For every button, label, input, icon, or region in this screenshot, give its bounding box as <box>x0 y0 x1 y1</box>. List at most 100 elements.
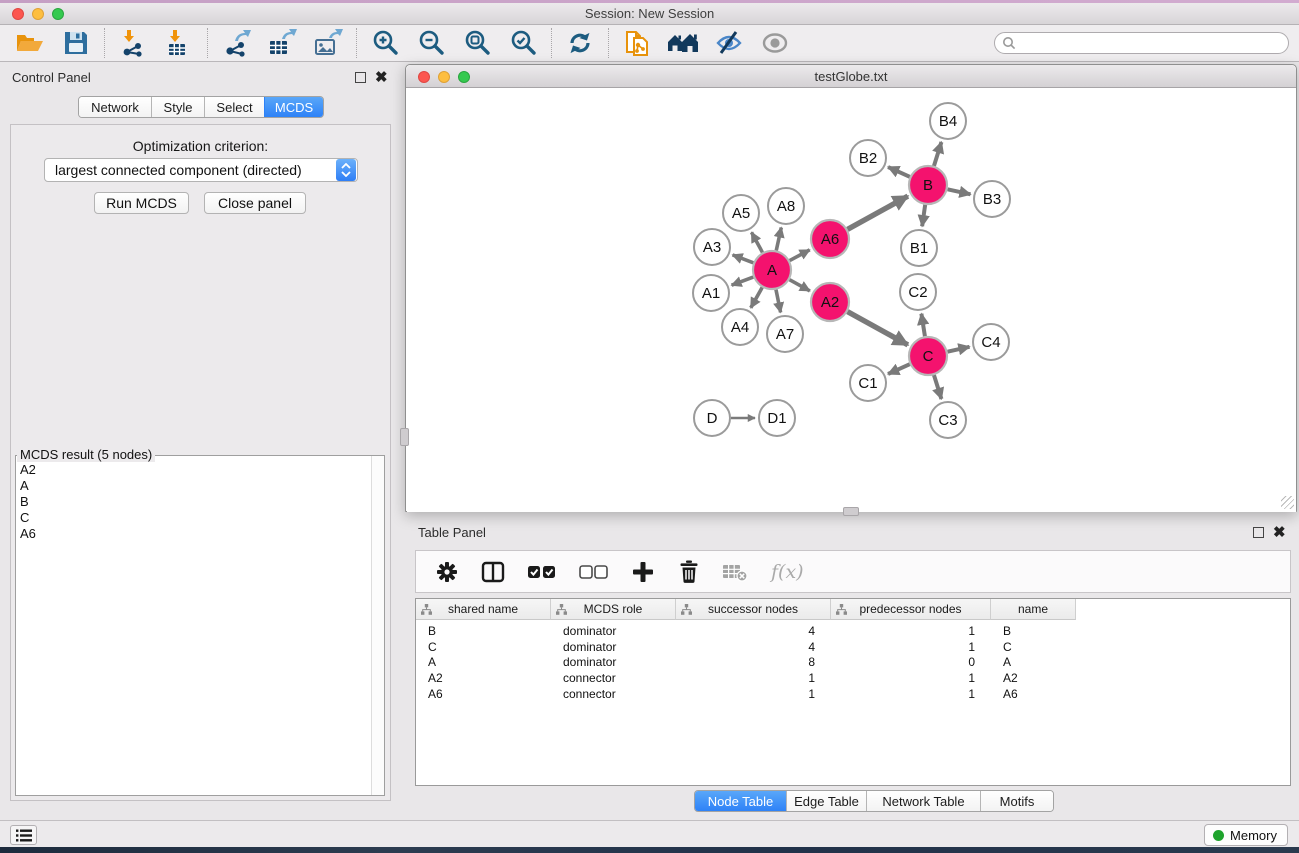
graph-node-C4[interactable]: C4 <box>973 324 1009 360</box>
run-mcds-button[interactable]: Run MCDS <box>94 192 189 214</box>
column-header-shared-name[interactable]: shared name <box>416 599 551 620</box>
tab-style[interactable]: Style <box>151 97 204 117</box>
edge-A-A6[interactable] <box>790 250 810 261</box>
edge-A-A7[interactable] <box>776 290 781 313</box>
edge-C-C1[interactable] <box>888 364 910 374</box>
table-row-B[interactable]: Bdominator41B <box>416 623 1076 639</box>
edge-C-C4[interactable] <box>948 347 970 352</box>
optimization-criterion-select[interactable]: largest connected component (directed) <box>44 158 358 182</box>
tab-mcds[interactable]: MCDS <box>264 97 323 117</box>
graph-node-B1[interactable]: B1 <box>901 230 937 266</box>
show-selected-eye-icon[interactable] <box>759 28 791 58</box>
graph-node-B4[interactable]: B4 <box>930 103 966 139</box>
toggle-columns-icon[interactable] <box>480 559 506 585</box>
zoom-fit-icon[interactable] <box>461 28 493 58</box>
zoom-out-icon[interactable] <box>415 28 447 58</box>
edge-A-A3[interactable] <box>733 255 754 263</box>
zoom-selected-icon[interactable] <box>507 28 539 58</box>
graph-node-C2[interactable]: C2 <box>900 274 936 310</box>
splitter-handle-left[interactable] <box>400 428 409 446</box>
column-header-successor-nodes[interactable]: successor nodes <box>676 599 831 620</box>
export-network-icon[interactable] <box>220 28 252 58</box>
add-column-icon[interactable] <box>630 559 656 585</box>
export-image-icon[interactable] <box>312 28 344 58</box>
clone-network-icon[interactable] <box>621 28 653 58</box>
tab-edge-table[interactable]: Edge Table <box>786 791 866 811</box>
import-network-icon[interactable] <box>117 28 149 58</box>
graph-node-A3[interactable]: A3 <box>694 229 730 265</box>
function-builder-icon[interactable]: f(x) <box>768 559 808 585</box>
edge-A-A8[interactable] <box>776 227 781 250</box>
task-history-button[interactable] <box>10 825 37 845</box>
export-table-icon[interactable] <box>266 28 298 58</box>
edge-A-A1[interactable] <box>732 277 754 285</box>
node-table[interactable]: shared nameMCDS rolesuccessor nodesprede… <box>415 598 1291 786</box>
save-session-icon[interactable] <box>60 28 92 58</box>
table-row-A6[interactable]: A6connector11A6 <box>416 686 1076 702</box>
tab-motifs[interactable]: Motifs <box>980 791 1053 811</box>
network-graph[interactable]: B4B2BB3A8A5A6A3B1AC2A1A2A4A7C4CC1C3DD1 <box>407 89 1296 512</box>
control-panel-float-icon[interactable] <box>355 72 366 83</box>
select-all-checkboxes-icon[interactable] <box>526 559 558 585</box>
graph-node-C1[interactable]: C1 <box>850 365 886 401</box>
edge-B-B1[interactable] <box>922 205 925 226</box>
edge-C-C3[interactable] <box>934 375 941 399</box>
edge-B-B3[interactable] <box>948 189 971 194</box>
table-row-A2[interactable]: A2connector11A2 <box>416 670 1076 686</box>
open-file-icon[interactable] <box>14 28 46 58</box>
edge-A-A4[interactable] <box>751 287 762 307</box>
graph-node-A6[interactable]: A6 <box>811 220 849 258</box>
graph-node-A4[interactable]: A4 <box>722 309 758 345</box>
edge-A2-C[interactable] <box>848 312 908 345</box>
mcds-result-item[interactable]: A <box>20 478 36 494</box>
edge-C-C2[interactable] <box>921 314 925 337</box>
graph-node-B[interactable]: B <box>909 166 947 204</box>
network-canvas[interactable]: B4B2BB3A8A5A6A3B1AC2A1A2A4A7C4CC1C3DD1 <box>407 89 1296 512</box>
zoom-in-icon[interactable] <box>369 28 401 58</box>
graph-node-B2[interactable]: B2 <box>850 140 886 176</box>
table-row-A[interactable]: Adominator80A <box>416 654 1076 670</box>
edge-B-B2[interactable] <box>888 167 910 177</box>
edge-A-A2[interactable] <box>790 280 810 291</box>
edge-B-B4[interactable] <box>934 142 941 166</box>
hide-selected-icon[interactable] <box>713 28 745 58</box>
tab-select[interactable]: Select <box>204 97 264 117</box>
graph-node-C[interactable]: C <box>909 337 947 375</box>
search-input[interactable] <box>994 32 1289 54</box>
mcds-result-box[interactable]: A2ABCA6 <box>15 455 385 796</box>
edge-A-A5[interactable] <box>752 232 763 252</box>
graph-node-A2[interactable]: A2 <box>811 283 849 321</box>
network-window-titlebar[interactable]: testGlobe.txt <box>406 65 1296 88</box>
graph-node-B3[interactable]: B3 <box>974 181 1010 217</box>
close-panel-button[interactable]: Close panel <box>204 192 306 214</box>
mcds-result-item[interactable]: C <box>20 510 36 526</box>
delete-table-icon[interactable] <box>722 559 748 585</box>
memory-button[interactable]: Memory <box>1204 824 1288 846</box>
tab-node-table[interactable]: Node Table <box>695 791 786 811</box>
table-options-gear-icon[interactable] <box>434 559 460 585</box>
graph-node-A[interactable]: A <box>753 251 791 289</box>
graph-node-C3[interactable]: C3 <box>930 402 966 438</box>
main-titlebar[interactable]: Session: New Session <box>0 3 1299 25</box>
mcds-result-item[interactable]: A6 <box>20 526 36 542</box>
column-header-predecessor-nodes[interactable]: predecessor nodes <box>831 599 991 620</box>
graph-node-D[interactable]: D <box>694 400 730 436</box>
import-table-icon[interactable] <box>163 28 195 58</box>
edge-A6-B[interactable] <box>848 196 908 229</box>
table-panel-float-icon[interactable] <box>1253 527 1264 538</box>
deselect-all-checkboxes-icon[interactable] <box>578 559 610 585</box>
graph-node-A8[interactable]: A8 <box>768 188 804 224</box>
control-panel-close-icon[interactable]: ✖ <box>375 72 388 83</box>
column-header-MCDS-role[interactable]: MCDS role <box>551 599 676 620</box>
column-header-name[interactable]: name <box>991 599 1076 620</box>
mcds-result-scrollbar[interactable] <box>371 456 384 795</box>
mcds-result-item[interactable]: A2 <box>20 462 36 478</box>
graph-node-D1[interactable]: D1 <box>759 400 795 436</box>
splitter-handle-bottom[interactable] <box>843 507 859 516</box>
graph-node-A5[interactable]: A5 <box>723 195 759 231</box>
table-panel-close-icon[interactable]: ✖ <box>1273 527 1286 538</box>
refresh-icon[interactable] <box>564 28 596 58</box>
graph-node-A7[interactable]: A7 <box>767 316 803 352</box>
mcds-result-item[interactable]: B <box>20 494 36 510</box>
delete-column-trash-icon[interactable] <box>676 559 702 585</box>
